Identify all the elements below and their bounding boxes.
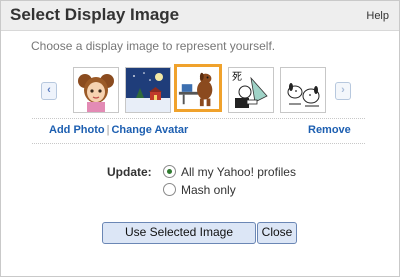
select-display-image-dialog: Select Display Image Help Choose a displ… [0,0,400,277]
radio-all-profiles[interactable] [163,165,176,178]
dialog-header: Select Display Image Help [1,1,399,31]
add-photo-link[interactable]: Add Photo [49,124,105,136]
link-separator: | [106,124,110,136]
radio-all-profiles-label: All my Yahoo! profiles [181,165,296,179]
thumbnail-cartoon-dog-figures[interactable] [280,67,326,113]
radio-mash-only[interactable] [163,183,176,196]
remove-action: Remove [308,124,351,136]
svg-text:死: 死 [232,72,242,83]
radio-mash-only-label: Mash only [181,183,236,197]
cartoon-reading-icon: 死 [229,68,273,112]
use-selected-image-button[interactable]: Use Selected Image [102,222,256,244]
close-button[interactable]: Close [257,222,297,244]
thumbnail-dog-at-desk[interactable] [174,64,222,112]
winter-night-icon [126,68,170,112]
radio-all-profiles-option[interactable]: All my Yahoo! profiles [163,165,296,179]
thumbnail-cartoon-reading[interactable]: 死 [228,67,274,113]
chevron-right-icon: › [341,84,345,96]
girl-avatar-icon [74,68,118,112]
image-actions: Add Photo | Change Avatar [49,124,188,136]
dog-at-desk-icon [177,67,219,109]
divider-top [32,118,365,119]
dialog-subtitle: Choose a display image to represent your… [31,39,276,53]
thumbnail-winter-night-scene[interactable] [125,67,171,113]
chevron-left-icon: ‹ [47,84,51,96]
change-avatar-link[interactable]: Change Avatar [111,124,188,136]
next-arrow-button[interactable]: › [335,82,351,100]
remove-link[interactable]: Remove [308,124,351,136]
cartoon-dog-figures-icon [281,68,325,112]
divider-bottom [32,143,365,144]
help-link[interactable]: Help [366,10,389,22]
update-label: Update: [107,165,152,179]
thumbnail-girl-avatar[interactable] [73,67,119,113]
dialog-title: Select Display Image [10,5,180,24]
radio-mash-only-option[interactable]: Mash only [163,183,236,197]
previous-arrow-button[interactable]: ‹ [41,82,57,100]
